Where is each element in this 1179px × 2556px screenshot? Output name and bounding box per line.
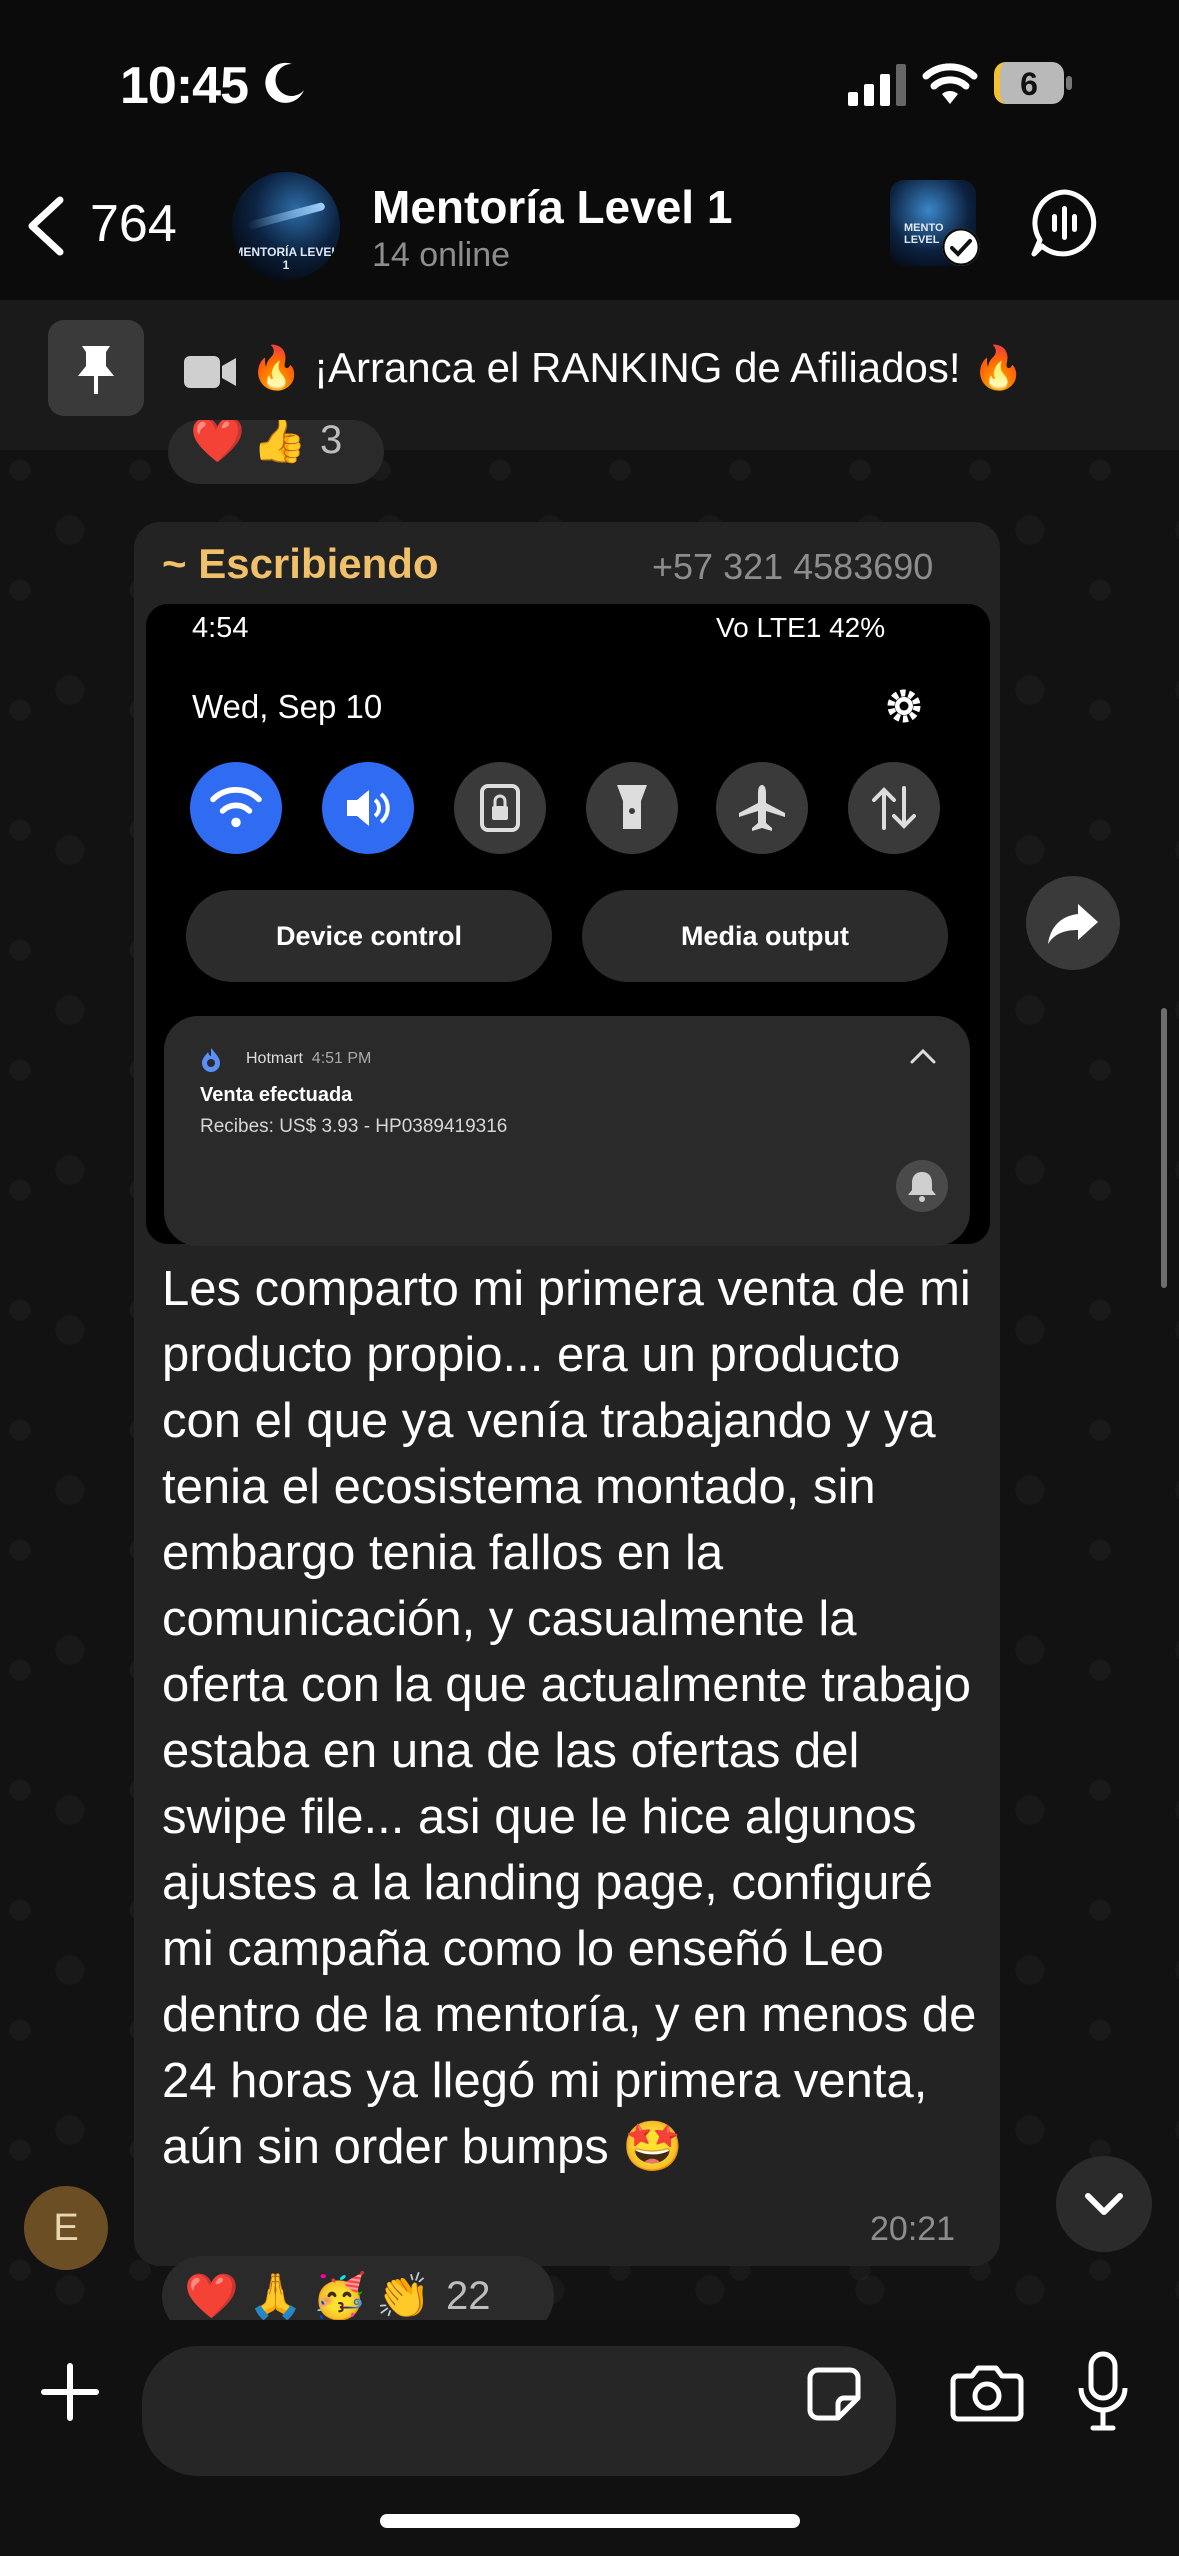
status-time: 10:45 — [120, 57, 249, 115]
lock-icon — [480, 784, 520, 832]
data-arrows-icon — [872, 786, 916, 830]
scroll-to-bottom-button[interactable] — [1056, 2156, 1152, 2252]
notification-body: Recibes: US$ 3.93 - HP0389419316 — [200, 1116, 508, 1137]
camera-icon[interactable] — [950, 2360, 1024, 2424]
message-time: 20:21 — [870, 2210, 956, 2248]
group-avatar[interactable]: MENTORÍA LEVEL 1 — [232, 172, 340, 280]
notification-app: Hotmart 4:51 PM — [246, 1050, 371, 1068]
notification-bell-icon — [896, 1160, 948, 1212]
cellular-signal-icon — [848, 64, 906, 106]
reaction-count: 3 — [320, 420, 343, 462]
sound-toggle — [322, 762, 414, 854]
reaction-heart: ❤️ — [190, 420, 245, 466]
sticker-icon[interactable] — [804, 2364, 864, 2424]
pin-icon — [78, 346, 114, 394]
battery-level: 6 — [1020, 66, 1038, 102]
airplane-icon — [739, 785, 785, 831]
scrollbar[interactable] — [1161, 1008, 1167, 1288]
flashlight-toggle — [586, 762, 678, 854]
flashlight-icon — [617, 785, 647, 829]
check-badge-icon — [942, 228, 980, 266]
screenshot-time: 4:54 — [192, 612, 249, 644]
wifi-toggle — [190, 762, 282, 854]
rotation-lock-toggle — [454, 762, 546, 854]
media-output-button: Media output — [582, 890, 948, 982]
notification-app-name: Hotmart — [246, 1050, 303, 1067]
attach-plus-icon[interactable] — [38, 2360, 102, 2424]
airplane-toggle — [716, 762, 808, 854]
back-chevron-icon[interactable] — [24, 196, 68, 256]
reaction-pray[interactable]: 🙏 — [248, 2270, 303, 2322]
microphone-icon[interactable] — [1076, 2350, 1130, 2432]
forward-arrow-icon — [1048, 904, 1098, 944]
hotmart-flame-icon — [202, 1048, 220, 1072]
settings-gear-icon — [887, 689, 921, 723]
forward-button[interactable] — [1026, 876, 1120, 970]
sender-phone: +57 321 4583690 — [652, 546, 934, 587]
screenshot-date: Wed, Sep 10 — [192, 688, 383, 725]
voice-chat-icon[interactable] — [1030, 188, 1100, 258]
screenshot-status: Vo LTE1 42% — [716, 612, 886, 643]
home-indicator[interactable] — [380, 2514, 800, 2528]
sender-name[interactable]: ~ Escribiendo — [162, 540, 439, 588]
unread-count[interactable]: 764 — [90, 194, 177, 254]
video-icon — [184, 356, 236, 388]
wifi-icon — [210, 787, 262, 828]
moon-icon — [265, 62, 304, 103]
reaction-heart[interactable]: ❤️ — [184, 2270, 239, 2322]
pin-button[interactable] — [48, 320, 144, 416]
message-input[interactable] — [142, 2346, 896, 2476]
reaction-thumbs-up: 👍 — [252, 420, 307, 466]
battery-indicator: 6 — [994, 62, 1074, 106]
speaker-icon — [347, 790, 390, 826]
online-count: 14 online — [372, 236, 511, 274]
previous-message-reactions[interactable]: ❤️ 👍 3 — [168, 420, 384, 484]
device-control-button: Device control — [186, 890, 552, 982]
chevron-down-icon — [1085, 2193, 1123, 2215]
reaction-party[interactable]: 🥳 — [312, 2270, 367, 2322]
pinned-message-text[interactable]: 🔥 ¡Arranca el RANKING de Afiliados! 🔥 — [250, 344, 1025, 393]
reaction-count: 22 — [446, 2273, 491, 2318]
group-title[interactable]: Mentoría Level 1 — [372, 180, 732, 234]
collapse-chevron-icon — [910, 1048, 936, 1064]
notification-title: Venta efectuada — [200, 1084, 353, 1106]
reaction-clap[interactable]: 👏 — [376, 2270, 431, 2322]
sender-avatar[interactable]: E — [24, 2186, 108, 2270]
notification-time: 4:51 PM — [311, 1050, 372, 1067]
wifi-icon — [922, 63, 978, 104]
mobile-data-toggle — [848, 762, 940, 854]
message-text: Les comparto mi primera venta de mi prod… — [162, 1262, 977, 2174]
